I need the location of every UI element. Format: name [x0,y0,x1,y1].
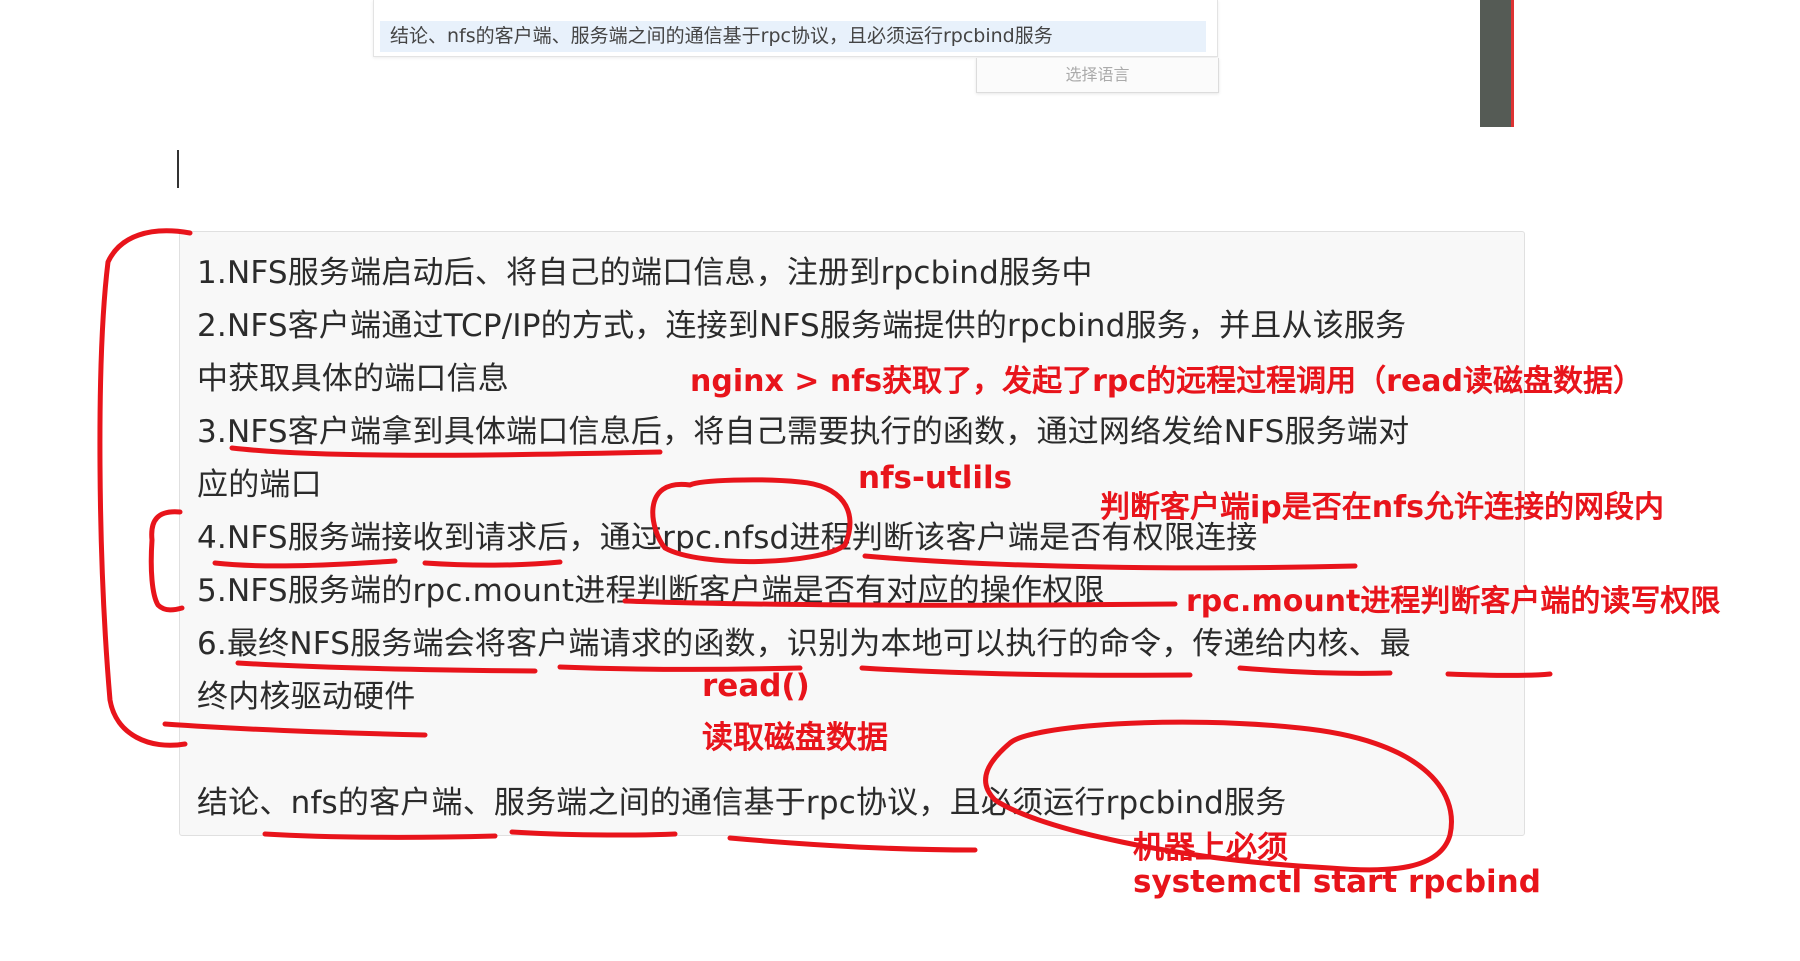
select-language-button[interactable]: 选择语言 [976,58,1219,93]
step-line-6: 6.最终NFS服务端会将客户端请求的函数，识别为本地可以执行的命令，传递给内核、… [197,626,1411,662]
annotation-systemctl: systemctl start rpcbind [1133,864,1541,900]
step-line-3-cont: 应的端口 [197,467,322,503]
translation-text[interactable]: 结论、nfs的客户端、服务端之间的通信基于rpc协议，且必须运行rpcbind服… [380,21,1206,52]
annotation-read-disk: 读取磁盘数据 [702,720,888,756]
step-line-5: 5.NFS服务端的rpc.mount进程判断客户端是否有对应的操作权限 [197,573,1105,609]
translation-popup: 结论、nfs的客户端、服务端之间的通信基于rpc协议，且必须运行rpcbind服… [373,0,1218,57]
step-line-1: 1.NFS服务端启动后、将自己的端口信息，注册到rpcbind服务中 [197,255,1093,291]
annotation-ip-check: 判断客户端ip是否在nfs允许连接的网段内 [1100,490,1665,525]
big-left-bracket [97,228,193,748]
annotation-nfs-utils: nfs-utlils [858,460,1013,496]
step-line-2-cont: 中获取具体的端口信息 [197,361,509,397]
step-line-2: 2.NFS客户端通过TCP/IP的方式，连接到NFS服务端提供的rpcbind服… [197,308,1407,344]
small-left-bracket [148,509,185,613]
annotation-nginx-rpc: nginx > nfs获取了，发起了rpc的远程过程调用（read读磁盘数据） [690,364,1644,399]
step-line-4: 4.NFS服务端接收到请求后，通过rpc.nfsd进程判断该客户端是否有权限连接 [197,520,1258,556]
step-line-3: 3.NFS客户端拿到具体端口信息后，将自己需要执行的函数，通过网络发给NFS服务… [197,414,1410,450]
conclusion-line: 结论、nfs的客户端、服务端之间的通信基于rpc协议，且必须运行rpcbind服… [197,785,1287,821]
text-cursor [177,150,179,188]
annotation-read-call: read() [702,668,810,704]
annotation-machine-must: 机器上必须 [1133,830,1288,866]
step-line-6-cont: 终内核驱动硬件 [197,679,416,715]
underline-conclusion-c [727,835,978,853]
window-edge-strip [1480,0,1514,127]
annotation-rpc-mount-permission: rpc.mount进程判断客户端的读写权限 [1186,584,1721,619]
